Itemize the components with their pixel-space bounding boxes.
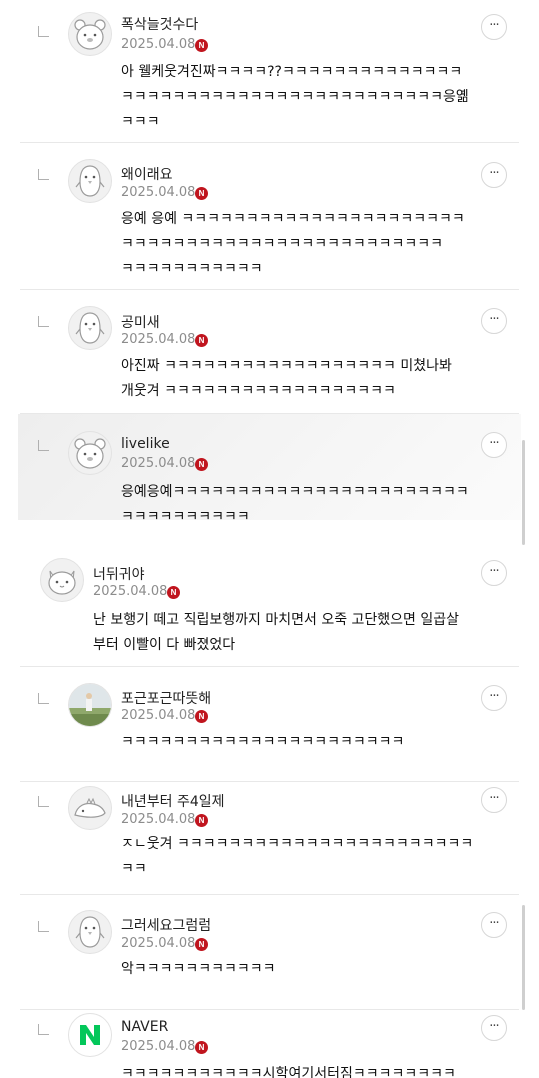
comment-date: 2025.04.08: [121, 332, 196, 347]
comment-reply: 내년부터 주4일제 2025.04.08 N ··· ㅈㄴ웃겨 ㅋㅋㅋㅋㅋㅋㅋㅋ…: [0, 782, 539, 895]
bear-icon[interactable]: [68, 431, 112, 475]
comment-date: 2025.04.08: [121, 708, 196, 723]
more-options-button[interactable]: ···: [481, 787, 507, 813]
comment-reply: livelike 2025.04.08 N ··· 응예응예ㅋㅋㅋㅋㅋㅋㅋㅋㅋㅋ…: [0, 414, 539, 546]
reply-indent-icon: [38, 26, 49, 37]
comment-nickname[interactable]: livelike: [121, 436, 170, 452]
more-options-button[interactable]: ···: [481, 308, 507, 334]
reply-indent-icon: [38, 796, 49, 807]
comment-date: 2025.04.08: [121, 1039, 196, 1054]
comment-nickname[interactable]: 포근포근따뜻해: [121, 688, 211, 708]
naver-logo-icon[interactable]: [68, 1013, 112, 1057]
comment-nickname[interactable]: NAVER: [121, 1019, 168, 1035]
naver-badge-icon: N: [195, 1041, 208, 1054]
dino-icon[interactable]: [68, 786, 112, 830]
reply-indent-icon: [38, 169, 49, 180]
comment-text: 악ㅋㅋㅋㅋㅋㅋㅋㅋㅋㅋㅋ: [121, 961, 276, 977]
bear-icon[interactable]: [68, 12, 112, 56]
comment-reply: NAVER 2025.04.08 N ··· ㅋㅋㅋㅋㅋㅋㅋㅋㅋㅋㅋ시학여기서터…: [0, 1010, 539, 1078]
comment-date: 2025.04.08: [121, 936, 196, 951]
penguin-icon[interactable]: [68, 910, 112, 954]
naver-badge-icon: N: [167, 586, 180, 599]
comment-nickname[interactable]: 너뒤귀야: [93, 564, 145, 584]
reply-indent-icon: [38, 693, 49, 704]
reply-indent-icon: [38, 440, 49, 451]
scrollbar-thumb[interactable]: [522, 440, 525, 545]
comment-nickname[interactable]: 내년부터 주4일제: [121, 791, 225, 811]
reply-indent-icon: [38, 921, 49, 932]
comment-date: 2025.04.08: [93, 584, 168, 599]
comment-reply: 왜이래요 2025.04.08 N ··· 응예 응예 ㅋㅋㅋㅋㅋㅋㅋㅋㅋㅋㅋㅋ…: [0, 143, 539, 290]
comment-nickname[interactable]: 그러세요그럼럼: [121, 915, 211, 935]
comment-text: ㅈㄴ웃겨 ㅋㅋㅋㅋㅋㅋㅋㅋㅋㅋㅋㅋㅋㅋㅋㅋㅋㅋㅋㅋㅋㅋㅋ ㅋㅋ: [121, 836, 474, 877]
comment-text: 난 보행기 떼고 직립보행까지 마치면서 오죽 고단했으면 일곱살 부터 이빨이…: [93, 612, 460, 653]
comment-nickname[interactable]: 폭삭늘것수다: [121, 14, 198, 34]
naver-badge-icon: N: [195, 710, 208, 723]
comment-reply: 포근포근따뜻해 2025.04.08 N ··· ㅋㅋㅋㅋㅋㅋㅋㅋㅋㅋㅋㅋㅋㅋㅋ…: [0, 667, 539, 782]
comment-text: 응예응예ㅋㅋㅋㅋㅋㅋㅋㅋㅋㅋㅋㅋㅋㅋㅋㅋㅋㅋㅋㅋㅋㅋㅋ ㅋㅋㅋㅋㅋㅋㅋㅋㅋㅋ: [121, 484, 469, 525]
comment-item: 너뒤귀야 2025.04.08 N ··· 난 보행기 떼고 직립보행까지 마치…: [0, 546, 539, 667]
photo-avatar[interactable]: [68, 683, 112, 727]
reply-indent-icon: [38, 1024, 49, 1035]
comment-text: 아진짜 ㅋㅋㅋㅋㅋㅋㅋㅋㅋㅋㅋㅋㅋㅋㅋㅋㅋㅋ 미쳤나봐 개웃겨 ㅋㅋㅋㅋㅋㅋㅋㅋ…: [121, 358, 452, 399]
comment-date: 2025.04.08: [121, 37, 196, 52]
more-options-button[interactable]: ···: [481, 912, 507, 938]
comment-text: 응예 응예 ㅋㅋㅋㅋㅋㅋㅋㅋㅋㅋㅋㅋㅋㅋㅋㅋㅋㅋㅋㅋㅋㅋ ㅋㅋㅋㅋㅋㅋㅋㅋㅋㅋㅋ…: [121, 211, 465, 277]
comment-text: 아 웰케웃겨진짜ㅋㅋㅋㅋ??ㅋㅋㅋㅋㅋㅋㅋㅋㅋㅋㅋㅋㅋㅋ ㅋㅋㅋㅋㅋㅋㅋㅋㅋㅋㅋ…: [121, 64, 469, 130]
more-options-button[interactable]: ···: [481, 14, 507, 40]
reply-indent-icon: [38, 316, 49, 327]
comment-text: ㅋㅋㅋㅋㅋㅋㅋㅋㅋㅋㅋ시학여기서터짐ㅋㅋㅋㅋㅋㅋㅋㅋ: [121, 1066, 456, 1078]
comment-text: ㅋㅋㅋㅋㅋㅋㅋㅋㅋㅋㅋㅋㅋㅋㅋㅋㅋㅋㅋㅋㅋㅋ: [121, 734, 405, 750]
naver-badge-icon: N: [195, 814, 208, 827]
comment-reply: 공미새 2025.04.08 N ··· 아진짜 ㅋㅋㅋㅋㅋㅋㅋㅋㅋㅋㅋㅋㅋㅋㅋ…: [0, 290, 539, 414]
more-options-button[interactable]: ···: [481, 685, 507, 711]
naver-badge-icon: N: [195, 39, 208, 52]
comment-date: 2025.04.08: [121, 185, 196, 200]
cat-icon[interactable]: [40, 558, 84, 602]
comment-date: 2025.04.08: [121, 812, 196, 827]
comment-reply: 폭삭늘것수다 2025.04.08 N ··· 아 웰케웃겨진짜ㅋㅋㅋㅋ??ㅋㅋ…: [0, 0, 539, 143]
more-options-button[interactable]: ···: [481, 560, 507, 586]
comment-nickname[interactable]: 공미새: [121, 312, 160, 332]
comment-nickname[interactable]: 왜이래요: [121, 164, 173, 184]
naver-badge-icon: N: [195, 187, 208, 200]
more-options-button[interactable]: ···: [481, 162, 507, 188]
penguin-icon[interactable]: [68, 306, 112, 350]
comment-date: 2025.04.08: [121, 456, 196, 471]
scrollbar-thumb[interactable]: [522, 905, 525, 1010]
naver-badge-icon: N: [195, 458, 208, 471]
comment-reply: 그러세요그럼럼 2025.04.08 N ··· 악ㅋㅋㅋㅋㅋㅋㅋㅋㅋㅋㅋ: [0, 895, 539, 1010]
comment-feed[interactable]: 폭삭늘것수다 2025.04.08 N ··· 아 웰케웃겨진짜ㅋㅋㅋㅋ??ㅋㅋ…: [0, 0, 539, 1078]
more-options-button[interactable]: ···: [481, 1015, 507, 1041]
penguin-icon[interactable]: [68, 159, 112, 203]
naver-badge-icon: N: [195, 938, 208, 951]
more-options-button[interactable]: ···: [481, 432, 507, 458]
naver-badge-icon: N: [195, 334, 208, 347]
